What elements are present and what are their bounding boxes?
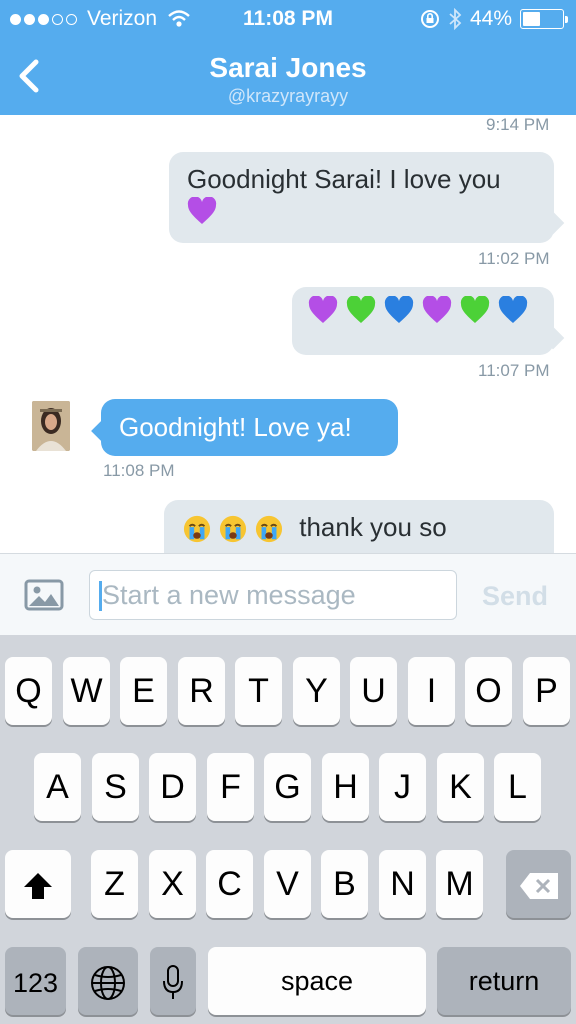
key-l[interactable]: L — [494, 753, 541, 821]
message-timestamp: 9:14 PM — [486, 115, 550, 134]
blue-heart-icon — [498, 296, 528, 324]
contact-username[interactable]: @krazyrayrayy — [0, 86, 576, 107]
blue-heart-icon — [384, 296, 414, 324]
key-r[interactable]: R — [178, 657, 225, 725]
key-b[interactable]: B — [321, 850, 368, 918]
outgoing-message-bubble[interactable]: thank you so — [164, 500, 554, 553]
outgoing-message-bubble[interactable] — [292, 287, 554, 355]
message-thread[interactable]: 9:14 PM Goodnight Sarai! I love you 11:0… — [0, 115, 576, 553]
microphone-icon — [163, 965, 183, 1000]
key-u[interactable]: U — [350, 657, 397, 725]
text-cursor — [99, 581, 102, 611]
dictation-key[interactable] — [150, 947, 196, 1015]
send-button[interactable]: Send — [468, 578, 562, 614]
bluetooth-icon — [449, 8, 462, 30]
globe-key[interactable] — [78, 947, 138, 1015]
key-p[interactable]: P — [523, 657, 570, 725]
key-e[interactable]: E — [120, 657, 167, 725]
key-v[interactable]: V — [264, 850, 311, 918]
message-input[interactable] — [89, 570, 457, 620]
key-f[interactable]: F — [207, 753, 254, 821]
key-n[interactable]: N — [379, 850, 426, 918]
message-text: Goodnight! Love ya! — [119, 412, 352, 442]
battery-level-fill — [523, 12, 540, 26]
key-q[interactable]: Q — [5, 657, 52, 725]
key-d[interactable]: D — [149, 753, 196, 821]
image-icon[interactable] — [24, 579, 64, 611]
keyboard: 123 space return QWERTYUIOP ASDFGHJKL ZXCV… — [0, 635, 576, 1024]
globe-icon — [91, 966, 125, 1001]
key-a[interactable]: A — [34, 753, 81, 821]
key-i[interactable]: I — [408, 657, 455, 725]
outgoing-message-bubble[interactable]: Goodnight Sarai! I love you — [169, 152, 554, 243]
purple-heart-icon — [187, 197, 217, 225]
key-o[interactable]: O — [465, 657, 512, 725]
key-j[interactable]: J — [379, 753, 426, 821]
message-composer: Send — [0, 553, 576, 635]
delete-key[interactable] — [506, 850, 571, 918]
rotation-lock-icon — [420, 10, 439, 28]
key-g[interactable]: G — [264, 753, 311, 821]
message-timestamp: 11:08 PM — [103, 461, 175, 480]
loudly-crying-face-icon — [183, 516, 211, 543]
shift-key[interactable] — [5, 850, 71, 918]
battery-percent: 44% — [469, 7, 512, 30]
key-h[interactable]: H — [322, 753, 369, 821]
key-m[interactable]: M — [436, 850, 483, 918]
incoming-message-bubble[interactable]: Goodnight! Love ya! — [101, 399, 398, 456]
message-text: thank you so — [299, 512, 447, 542]
key-k[interactable]: K — [437, 753, 484, 821]
key-w[interactable]: W — [63, 657, 110, 725]
green-heart-icon — [346, 296, 376, 324]
purple-heart-icon — [422, 296, 452, 324]
battery-icon — [520, 9, 568, 29]
avatar[interactable] — [32, 401, 70, 451]
key-s[interactable]: S — [92, 753, 139, 821]
key-c[interactable]: C — [206, 850, 253, 918]
space-key[interactable]: space — [208, 947, 426, 1015]
loudly-crying-face-icon — [219, 516, 247, 543]
message-timestamp: 11:07 PM — [478, 361, 550, 380]
key-y[interactable]: Y — [293, 657, 340, 725]
green-heart-icon — [460, 296, 490, 324]
key-t[interactable]: T — [235, 657, 282, 725]
contact-name[interactable]: Sarai Jones — [0, 52, 576, 84]
avatar-photo-icon — [32, 401, 70, 451]
key-x[interactable]: X — [149, 850, 196, 918]
backspace-icon — [519, 873, 558, 900]
key-z[interactable]: Z — [91, 850, 138, 918]
message-text: Goodnight Sarai! I love you — [187, 164, 501, 194]
message-timestamp: 11:02 PM — [478, 249, 550, 268]
numbers-key[interactable]: 123 — [5, 947, 66, 1015]
purple-heart-icon — [308, 296, 338, 324]
return-key[interactable]: return — [437, 947, 571, 1015]
status-bar: Verizon 11:08 PM 44% — [0, 0, 576, 38]
loudly-crying-face-icon — [255, 516, 283, 543]
conversation-header: Verizon 11:08 PM 44% Sarai Jones @krazyr… — [0, 0, 576, 115]
shift-arrow-icon — [24, 873, 52, 900]
